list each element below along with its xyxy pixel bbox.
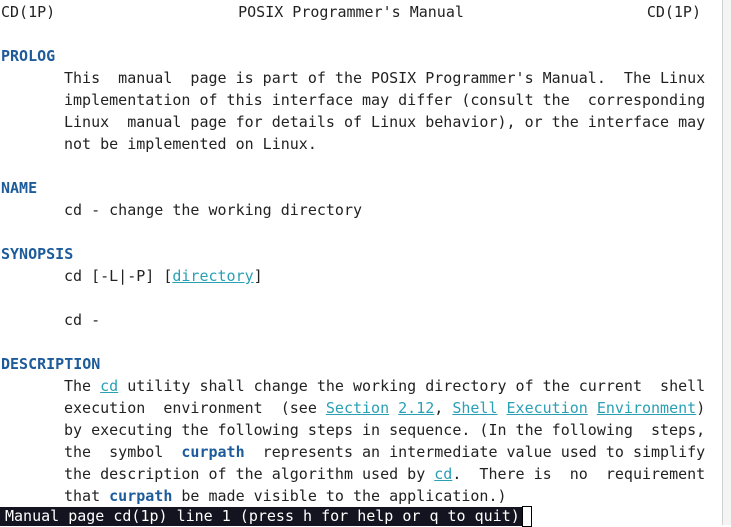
- text: not be implemented on Linux.: [64, 135, 317, 153]
- cross-reference-link[interactable]: directory: [172, 267, 253, 285]
- text: be made visible to the application.): [172, 487, 507, 505]
- text: cd - change the working directory: [64, 201, 363, 219]
- text: cd -: [64, 311, 101, 329]
- man-line: Linux manual page for details of Linux b…: [64, 111, 705, 133]
- text: ): [696, 399, 706, 417]
- man-line: cd - change the working directory: [64, 199, 362, 221]
- bold-term: curpath: [109, 487, 173, 505]
- text: . There is no requirement: [452, 465, 706, 483]
- man-line: NAME: [1, 177, 37, 199]
- header-right: CD(1P): [646, 3, 701, 21]
- text: The: [64, 377, 101, 395]
- man-line: PROLOG: [1, 45, 55, 67]
- man-line: the symbol curpath represents an interme…: [64, 441, 705, 463]
- text: that: [64, 487, 110, 505]
- text: the symbol: [64, 443, 182, 461]
- text: [389, 399, 398, 417]
- text: represents an intermediate value used to…: [244, 443, 706, 461]
- cross-reference-link[interactable]: cd: [434, 465, 452, 483]
- pager-status-line: Manual page cd(1p) line 1 (press h for h…: [0, 507, 522, 526]
- text: This manual page is part of the POSIX Pr…: [64, 69, 706, 87]
- section-heading: SYNOPSIS: [1, 245, 74, 263]
- header-center: POSIX Programmer's Manual: [238, 3, 464, 21]
- man-line: cd -: [64, 309, 100, 331]
- man-line: This manual page is part of the POSIX Pr…: [64, 67, 705, 89]
- section-heading: DESCRIPTION: [1, 355, 101, 373]
- text: cd [-L|-P] [: [64, 267, 173, 285]
- text: the description of the algorithm used by: [64, 465, 435, 483]
- text: [588, 399, 597, 417]
- cross-reference-link[interactable]: Execution: [507, 399, 588, 417]
- text: [498, 399, 507, 417]
- scrollbar[interactable]: [722, 0, 731, 525]
- cross-reference-link[interactable]: 2.12: [398, 399, 434, 417]
- man-line: DESCRIPTION: [1, 353, 100, 375]
- text: execution environment (see: [64, 399, 326, 417]
- man-line: The cd utility shall change the working …: [64, 375, 705, 397]
- text: Linux manual page for details of Linux b…: [64, 113, 706, 131]
- text: implementation of this interface may dif…: [64, 91, 706, 109]
- cross-reference-link[interactable]: cd: [100, 377, 118, 395]
- text: ,: [434, 399, 453, 417]
- man-line: by executing the following steps in sequ…: [64, 419, 705, 441]
- cross-reference-link[interactable]: Section: [326, 399, 389, 417]
- terminal-cursor: [522, 506, 532, 527]
- man-line: execution environment (see Section 2.12,…: [64, 397, 705, 419]
- text: ]: [253, 267, 263, 285]
- terminal-man-page: CD(1P) POSIX Programmer's Manual CD(1P) …: [0, 0, 722, 525]
- man-line: implementation of this interface may dif…: [64, 89, 705, 111]
- bold-term: curpath: [181, 443, 245, 461]
- man-line: the description of the algorithm used by…: [64, 463, 705, 485]
- text: utility shall change the working directo…: [118, 377, 706, 395]
- header-left: CD(1P): [1, 3, 56, 21]
- text: by executing the following steps in sequ…: [64, 421, 706, 439]
- section-heading: PROLOG: [1, 47, 56, 65]
- cross-reference-link[interactable]: Environment: [597, 399, 696, 417]
- section-heading: NAME: [1, 179, 38, 197]
- man-header: CD(1P) POSIX Programmer's Manual CD(1P): [1, 1, 701, 23]
- man-line: SYNOPSIS: [1, 243, 73, 265]
- man-line: not be implemented on Linux.: [64, 133, 317, 155]
- man-line: cd [-L|-P] [directory]: [64, 265, 263, 287]
- cross-reference-link[interactable]: Shell: [452, 399, 497, 417]
- man-line: that curpath be made visible to the appl…: [64, 485, 507, 507]
